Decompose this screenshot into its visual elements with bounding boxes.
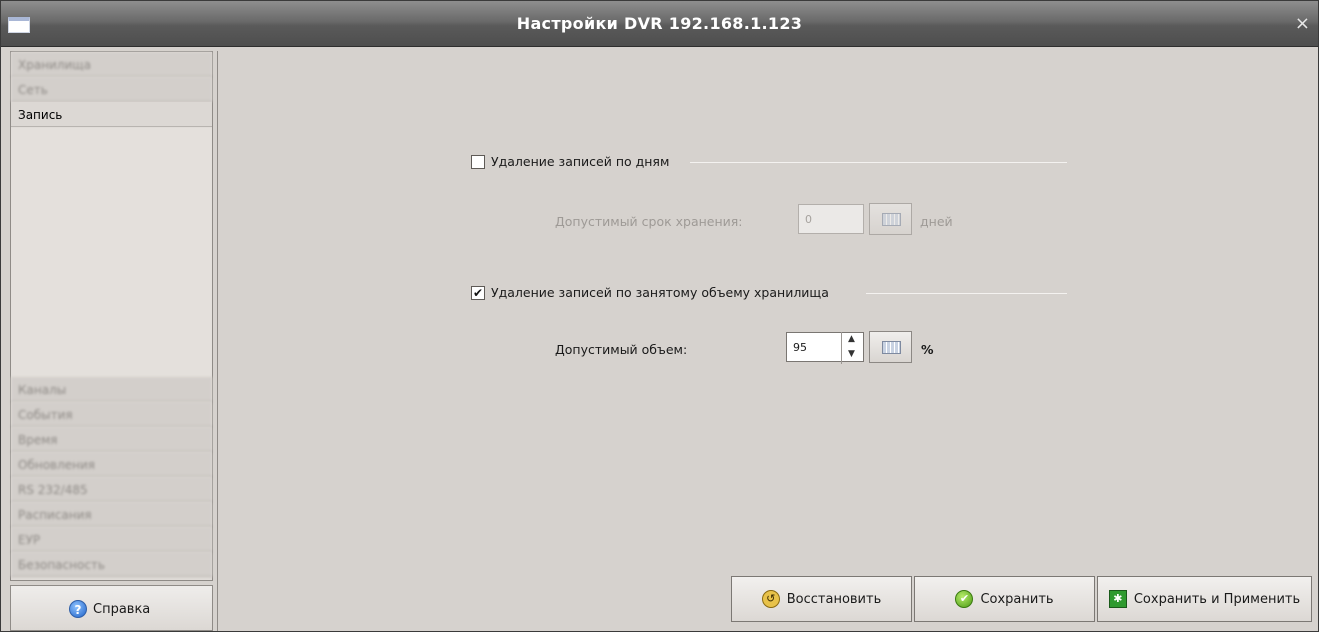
apply-icon: ✱ <box>1108 590 1127 608</box>
sidebar: Хранилища Сеть Запись Каналы События Вре… <box>10 51 213 581</box>
days-unit: дней <box>920 214 953 229</box>
allowed-volume-value: 95 <box>793 341 807 354</box>
sidebar-item-schedules[interactable]: Расписания <box>11 502 212 527</box>
delete-by-days-checkbox[interactable] <box>471 154 485 169</box>
sidebar-item-security[interactable]: Безопасность <box>11 552 212 577</box>
settings-window: Настройки DVR 192.168.1.123 × Хранилища … <box>0 0 1319 632</box>
retention-period-label: Допустимый срок хранения: <box>555 214 743 229</box>
volume-keyboard-button[interactable] <box>869 331 912 363</box>
save-and-apply-label: Сохранить и Применить <box>1133 591 1301 607</box>
delete-by-volume-label[interactable]: Удаление записей по занятому объему хран… <box>491 285 829 300</box>
sidebar-item-recording[interactable]: Запись <box>11 102 212 127</box>
keyboard-icon <box>882 341 901 354</box>
sidebar-item-rs485[interactable]: RS 232/485 <box>11 477 212 502</box>
delete-by-days-label[interactable]: Удаление записей по дням <box>491 154 669 169</box>
retention-days-input[interactable]: 0 <box>798 204 864 234</box>
sidebar-item-time[interactable]: Время <box>11 427 212 452</box>
recording-settings-panel: Удаление записей по дням Допустимый срок… <box>217 51 1318 631</box>
allowed-volume-label: Допустимый объем: <box>555 342 688 357</box>
group-divider <box>690 162 1067 163</box>
window-title: Настройки DVR 192.168.1.123 <box>516 14 803 33</box>
spin-down-icon[interactable]: ▼ <box>842 347 861 362</box>
restore-button[interactable]: ↺ Восстановить <box>731 576 912 622</box>
restore-icon: ↺ <box>761 590 780 608</box>
sidebar-item-channels[interactable]: Каналы <box>11 377 212 402</box>
delete-by-volume-checkbox[interactable]: ✔ <box>471 285 485 300</box>
help-label: Справка <box>93 601 151 617</box>
spin-up-icon[interactable]: ▲ <box>842 332 861 347</box>
help-icon: ? <box>69 600 87 618</box>
help-button[interactable]: ? Справка <box>10 585 213 631</box>
restore-label: Восстановить <box>786 591 882 607</box>
delete-by-days-header: Удаление записей по дням <box>471 154 669 169</box>
save-icon: ✔ <box>955 590 974 608</box>
days-keyboard-button[interactable] <box>869 203 912 235</box>
allowed-volume-input[interactable]: 95 ▲ ▼ <box>786 332 864 364</box>
close-icon[interactable]: × <box>1295 13 1310 34</box>
save-button[interactable]: ✔ Сохранить <box>914 576 1095 622</box>
save-and-apply-button[interactable]: ✱ Сохранить и Применить <box>1097 576 1312 622</box>
keyboard-icon <box>882 213 901 226</box>
sidebar-item-storage[interactable]: Хранилища <box>11 52 212 77</box>
delete-by-volume-header: ✔ Удаление записей по занятому объему хр… <box>471 285 829 300</box>
sidebar-item-updates[interactable]: Обновления <box>11 452 212 477</box>
volume-spinner[interactable]: ▲ ▼ <box>841 332 861 364</box>
save-label: Сохранить <box>980 591 1054 607</box>
title-bar: Настройки DVR 192.168.1.123 × <box>1 1 1318 47</box>
group-divider <box>866 293 1067 294</box>
sidebar-item-eur[interactable]: ЕУР <box>11 527 212 552</box>
sidebar-item-events[interactable]: События <box>11 402 212 427</box>
volume-unit: % <box>921 342 934 357</box>
sidebar-item-network[interactable]: Сеть <box>11 77 212 102</box>
